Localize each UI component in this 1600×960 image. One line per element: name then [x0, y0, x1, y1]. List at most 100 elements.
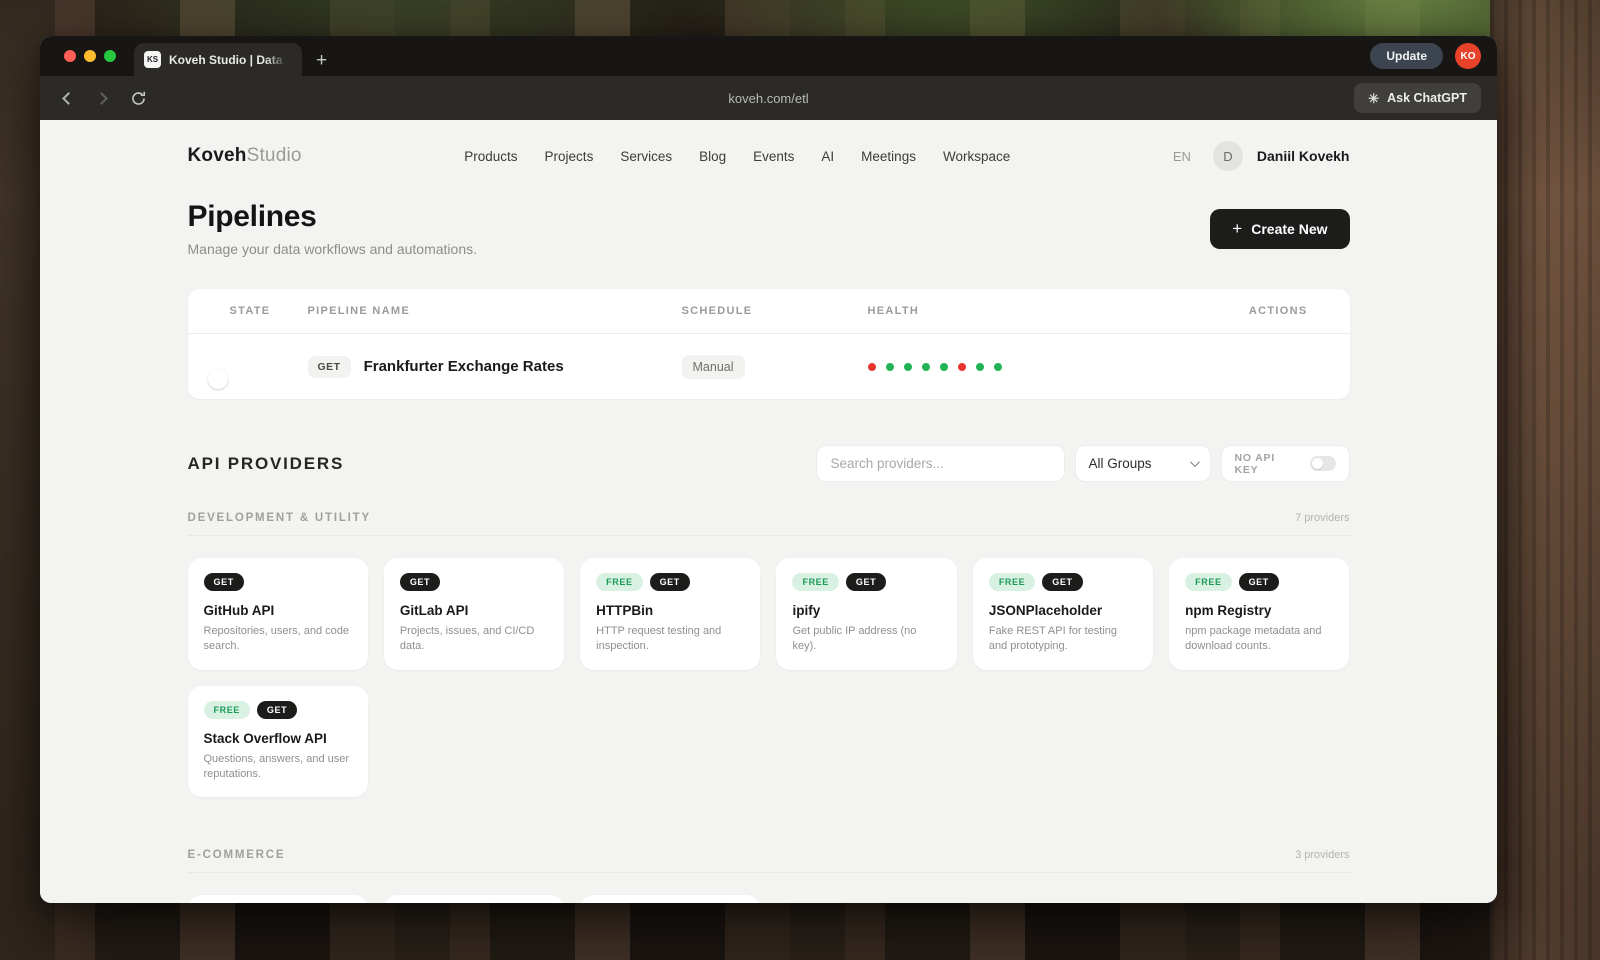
nav-item-meetings[interactable]: Meetings — [861, 149, 916, 164]
browser-window: KS Koveh Studio | Data E + Update KO kov… — [40, 36, 1497, 903]
browser-titlebar: KS Koveh Studio | Data E + Update KO — [40, 36, 1497, 76]
plus-icon: + — [1232, 220, 1242, 237]
provider-description: HTTP request testing and inspection. — [596, 624, 744, 654]
window-controls — [64, 50, 116, 62]
section-count: 7 providers — [1295, 512, 1349, 524]
free-badge: FREE — [204, 701, 250, 719]
provider-card-ipify[interactable]: FREE GET ipify Get public IP address (no… — [776, 558, 956, 670]
ask-chatgpt-button[interactable]: ✳ Ask ChatGPT — [1354, 83, 1481, 113]
col-actions: ACTIONS — [1218, 305, 1308, 317]
user-name[interactable]: Daniil Kovekh — [1257, 148, 1350, 164]
providers-title: API PROVIDERS — [188, 454, 345, 474]
method-badge: GET — [308, 356, 351, 378]
col-pipeline-name: PIPELINE NAME — [308, 305, 682, 317]
health-dot — [922, 363, 930, 371]
provider-card-stackoverflow[interactable]: FREE GET Stack Overflow API Questions, a… — [188, 686, 368, 798]
provider-card-npm-registry[interactable]: FREE GET npm Registry npm package metada… — [1169, 558, 1349, 670]
logo-bold: Koveh — [188, 145, 247, 166]
free-badge: FREE — [596, 573, 642, 591]
page-title: Pipelines — [188, 200, 478, 234]
provider-card-shopify-admin-api[interactable]: GET Shopify Admin API Complete access to… — [384, 895, 564, 903]
nav-item-projects[interactable]: Projects — [545, 149, 594, 164]
provider-description: Fake REST API for testing and prototypin… — [989, 624, 1137, 654]
create-new-label: Create New — [1251, 221, 1327, 237]
method-badge: GET — [257, 701, 297, 719]
tab-title: Koveh Studio | Data E — [169, 53, 287, 67]
tab-favicon: KS — [144, 51, 161, 68]
toggle-knob — [208, 369, 228, 389]
url-address[interactable]: koveh.com/etl — [40, 91, 1497, 106]
reload-icon[interactable] — [130, 90, 147, 107]
col-schedule: SCHEDULE — [682, 305, 868, 317]
site-header: KovehStudio Products Projects Services B… — [188, 120, 1350, 176]
toggle-knob — [1312, 458, 1323, 469]
search-input[interactable] — [816, 445, 1065, 482]
browser-profile-avatar[interactable]: KO — [1455, 43, 1481, 69]
provider-card-shopify-admin[interactable]: GET Shopify Admin Complete access to Sho… — [188, 895, 368, 903]
pipelines-table: STATE PIPELINE NAME SCHEDULE HEALTH ACTI… — [188, 289, 1350, 399]
health-dot — [958, 363, 966, 371]
provider-name: GitLab API — [400, 603, 548, 618]
no-api-key-toggle[interactable] — [1310, 456, 1336, 471]
nav-item-blog[interactable]: Blog — [699, 149, 726, 164]
language-selector[interactable]: EN — [1173, 149, 1191, 164]
health-dots — [868, 363, 1218, 371]
provider-card-httpbin[interactable]: FREE GET HTTPBin HTTP request testing an… — [580, 558, 760, 670]
provider-card-shopify-storefront[interactable]: POST Shopify Storefront Public API for b… — [580, 895, 760, 903]
close-window-button[interactable] — [64, 50, 76, 62]
page-content: KovehStudio Products Projects Services B… — [40, 120, 1497, 903]
method-badge: GET — [204, 573, 244, 591]
section-header-ecommerce: E-COMMERCE 3 providers — [188, 849, 1350, 873]
free-badge: FREE — [1185, 573, 1231, 591]
section-count: 3 providers — [1295, 849, 1349, 861]
nav-item-events[interactable]: Events — [753, 149, 794, 164]
provider-card-gitlab[interactable]: GET GitLab API Projects, issues, and CI/… — [384, 558, 564, 670]
nav-item-products[interactable]: Products — [464, 149, 517, 164]
health-dot — [904, 363, 912, 371]
provider-name: JSONPlaceholder — [989, 603, 1137, 618]
nav-item-workspace[interactable]: Workspace — [943, 149, 1010, 164]
create-new-button[interactable]: + Create New — [1210, 209, 1349, 249]
pipeline-name[interactable]: Frankfurter Exchange Rates — [364, 358, 564, 375]
user-avatar[interactable]: D — [1213, 141, 1243, 171]
browser-update-button[interactable]: Update — [1370, 43, 1443, 69]
provider-description: Get public IP address (no key). — [792, 624, 940, 654]
method-badge: GET — [846, 573, 886, 591]
site-nav: Products Projects Services Blog Events A… — [302, 149, 1173, 164]
nav-item-ai[interactable]: AI — [821, 149, 834, 164]
group-filter-value: All Groups — [1089, 456, 1152, 471]
provider-name: HTTPBin — [596, 603, 744, 618]
logo-light: Studio — [247, 145, 302, 166]
forward-icon[interactable] — [95, 92, 108, 105]
section-name: DEVELOPMENT & UTILITY — [188, 512, 371, 524]
provider-card-jsonplaceholder[interactable]: FREE GET JSONPlaceholder Fake REST API f… — [973, 558, 1153, 670]
section-name: E-COMMERCE — [188, 849, 286, 861]
health-dot — [868, 363, 876, 371]
col-health: HEALTH — [868, 305, 1218, 317]
desktop-wallpaper: KS Koveh Studio | Data E + Update KO kov… — [0, 0, 1600, 960]
no-api-key-filter[interactable]: NO API KEY — [1221, 445, 1350, 482]
method-badge: GET — [1239, 573, 1279, 591]
back-icon[interactable] — [62, 92, 75, 105]
provider-card-github[interactable]: GET GitHub API Repositories, users, and … — [188, 558, 368, 670]
nav-item-services[interactable]: Services — [620, 149, 672, 164]
method-badge: GET — [1042, 573, 1082, 591]
health-dot — [976, 363, 984, 371]
group-filter-select[interactable]: All Groups — [1075, 445, 1211, 482]
browser-tab[interactable]: KS Koveh Studio | Data E — [134, 43, 302, 76]
method-badge: GET — [400, 573, 440, 591]
free-badge: FREE — [989, 573, 1035, 591]
providers-grid-dev-utility: GET GitHub API Repositories, users, and … — [188, 558, 1350, 797]
site-logo[interactable]: KovehStudio — [188, 145, 302, 167]
browser-navbar: koveh.com/etl ✳ Ask ChatGPT — [40, 76, 1497, 120]
openai-icon: ✳ — [1368, 92, 1379, 105]
col-state: STATE — [230, 305, 308, 317]
table-header: STATE PIPELINE NAME SCHEDULE HEALTH ACTI… — [188, 289, 1350, 334]
health-dot — [886, 363, 894, 371]
minimize-window-button[interactable] — [84, 50, 96, 62]
provider-description: npm package metadata and download counts… — [1185, 624, 1333, 654]
zoom-window-button[interactable] — [104, 50, 116, 62]
new-tab-button[interactable]: + — [316, 51, 327, 70]
free-badge: FREE — [792, 573, 838, 591]
health-dot — [994, 363, 1002, 371]
